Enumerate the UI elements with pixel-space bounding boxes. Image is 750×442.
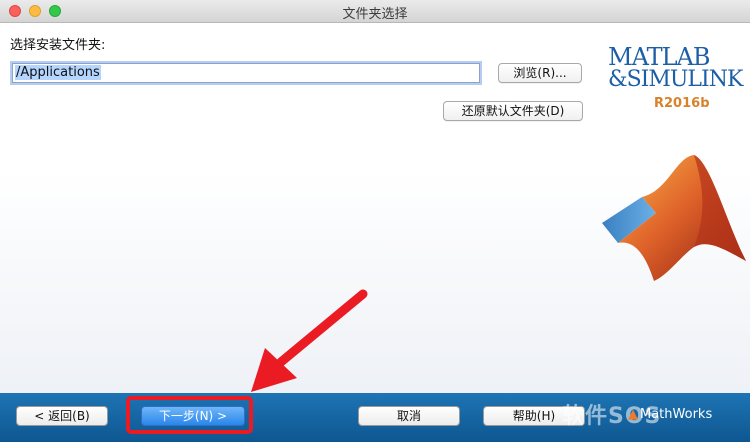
brand-line-2: &SIMULINK (608, 67, 743, 92)
install-folder-label: 选择安装文件夹: (10, 38, 106, 53)
next-button-highlight (126, 396, 253, 434)
install-path-value: /Applications (15, 65, 101, 80)
browse-button[interactable]: 浏览(R)... (498, 63, 582, 83)
title-bar: 文件夹选择 (0, 0, 750, 23)
mathworks-label: MathWorks (640, 407, 713, 422)
back-button[interactable]: < 返回(B) (16, 406, 108, 426)
cancel-button[interactable]: 取消 (358, 406, 460, 426)
mathworks-icon: ▲ (628, 407, 638, 422)
main-panel: 选择安装文件夹: /Applications 浏览(R)... 还原默认文件夹(… (0, 23, 750, 393)
mathworks-logo: ▲ MathWorks (628, 407, 712, 422)
install-path-input[interactable]: /Applications (12, 63, 480, 83)
release-label: R2016b (654, 96, 710, 111)
window-title: 文件夹选择 (342, 7, 408, 22)
red-arrow-annotation (251, 289, 368, 392)
restore-default-folder-button[interactable]: 还原默认文件夹(D) (443, 101, 583, 121)
matlab-membrane-icon (602, 155, 746, 281)
